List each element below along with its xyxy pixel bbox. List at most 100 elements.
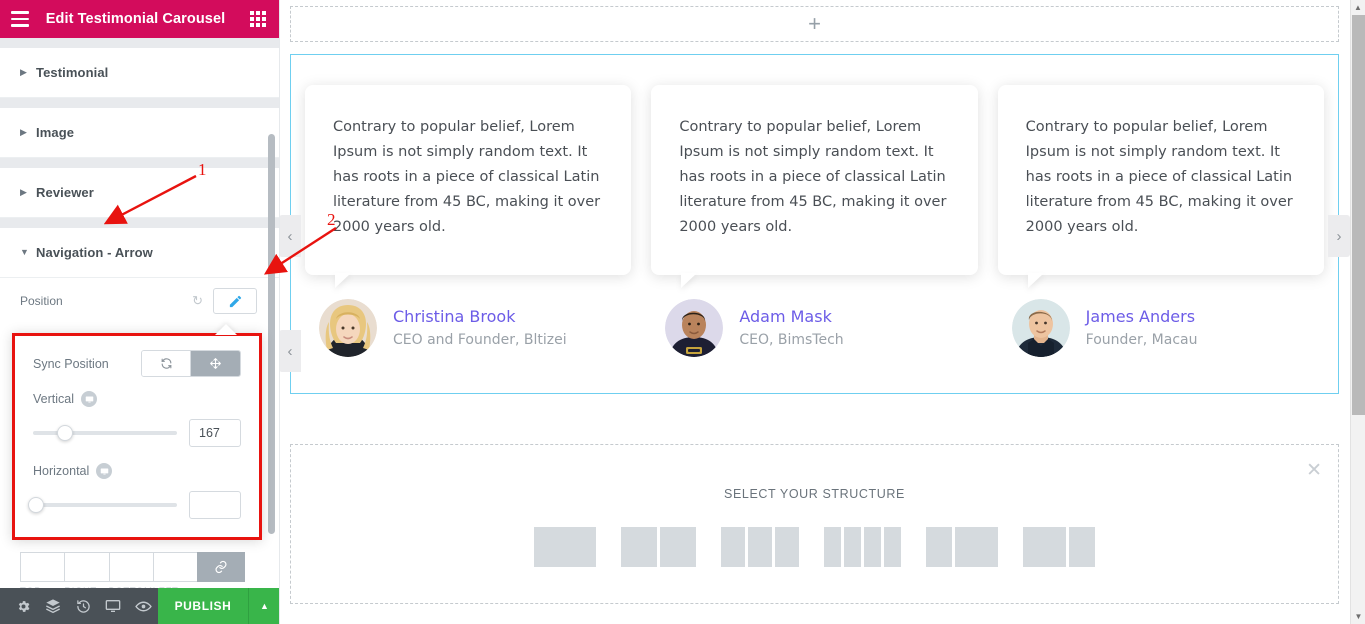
man-navy-shirt-photo	[1011, 299, 1070, 357]
editor-canvas: + ‹ ‹ › Contrary to popular belief, Lore…	[280, 0, 1365, 624]
quote-text: Contrary to popular belief, Lorem Ipsum …	[1025, 119, 1293, 235]
add-section-button[interactable]: +	[290, 6, 1339, 42]
panel-header: Edit Testimonial Carousel	[0, 0, 279, 38]
accordion-image[interactable]: ▶ Image	[0, 108, 279, 158]
grid-icon[interactable]	[237, 0, 279, 38]
accordion-label: Reviewer	[36, 185, 94, 200]
horizontal-field-label: Horizontal	[33, 463, 241, 479]
panel-body: ▶ Testimonial ▶ Image ▶ Reviewer ▼ Navig…	[0, 38, 279, 624]
prev-arrow-secondary[interactable]: ‹	[280, 330, 301, 372]
testimonial-card: Contrary to popular belief, Lorem Ipsum …	[997, 85, 1324, 357]
sync-position-toggle	[141, 350, 241, 377]
structure-picker-title: SELECT YOUR STRUCTURE	[724, 487, 905, 501]
reset-icon[interactable]: ↻	[192, 293, 203, 309]
eye-icon[interactable]	[128, 588, 158, 624]
chevron-up-icon[interactable]: ▲	[248, 588, 279, 624]
scroll-up-arrow[interactable]: ▲	[1351, 0, 1365, 15]
monitor-icon[interactable]	[81, 391, 97, 407]
elementor-editor: Edit Testimonial Carousel ▶ Testimonial …	[0, 0, 1365, 624]
accordion-label: Testimonial	[36, 65, 109, 80]
reviewer-row: James Anders Founder, Macau	[998, 275, 1324, 357]
horizontal-value-input[interactable]	[189, 491, 241, 519]
link-icon[interactable]	[197, 552, 245, 582]
page-scrollbar[interactable]: ▲ ▼	[1350, 0, 1365, 624]
scroll-down-arrow[interactable]: ▼	[1351, 609, 1365, 624]
accordion-reviewer[interactable]: ▶ Reviewer	[0, 168, 279, 218]
border-radius-left-input[interactable]	[152, 552, 197, 582]
divider	[0, 98, 279, 108]
plus-icon: +	[808, 11, 821, 36]
vertical-slider-row: 167	[33, 419, 241, 447]
accordion-navigation-arrow[interactable]: ▼ Navigation - Arrow	[0, 228, 279, 278]
quote-bubble: Contrary to popular belief, Lorem Ipsum …	[651, 85, 978, 275]
vertical-slider-thumb[interactable]	[56, 425, 73, 441]
pencil-icon-button[interactable]	[213, 288, 257, 314]
border-radius-top-input[interactable]	[20, 552, 65, 582]
reviewer-row: Christina Brook CEO and Founder, Bltizei	[305, 275, 631, 357]
close-icon[interactable]: ✕	[1306, 461, 1322, 480]
page-title: Edit Testimonial Carousel	[45, 11, 226, 27]
next-arrow[interactable]: ›	[1328, 215, 1350, 257]
scrollbar-thumb[interactable]	[1352, 15, 1365, 415]
chevron-right-icon: ▶	[20, 127, 27, 137]
chevron-right-icon: ▶	[20, 67, 27, 77]
reviewer-name[interactable]: James Anders	[1086, 305, 1198, 329]
accordion-label: Image	[36, 125, 75, 140]
reviewer-info: Adam Mask CEO, BimsTech	[739, 305, 843, 351]
testimonial-card: Contrary to popular belief, Lorem Ipsum …	[651, 85, 978, 357]
man-dark-shirt-photo	[665, 299, 724, 357]
publish-button[interactable]: PUBLISH	[158, 588, 248, 624]
reviewer-role: CEO, BimsTech	[739, 332, 844, 348]
gear-icon[interactable]	[8, 588, 38, 624]
horizontal-slider-thumb[interactable]	[27, 497, 44, 513]
vertical-slider[interactable]	[33, 425, 177, 441]
sync-position-label: Sync Position	[33, 356, 109, 371]
vertical-value-input[interactable]: 167	[189, 419, 241, 447]
monitor-icon[interactable]	[96, 463, 113, 479]
reviewer-name[interactable]: Adam Mask	[739, 305, 843, 329]
avatar	[1011, 299, 1070, 357]
editor-bottom-toolbar: PUBLISH ▲	[0, 588, 279, 624]
prev-arrow-top[interactable]: ‹	[280, 215, 301, 257]
testimonial-carousel-section[interactable]: ‹ ‹ › Contrary to popular belief, Lorem …	[280, 54, 1350, 394]
structure-option-1col[interactable]	[534, 527, 596, 567]
divider	[0, 158, 279, 168]
chevron-down-icon: ▼	[20, 247, 29, 257]
horizontal-slider[interactable]	[27, 497, 177, 513]
reviewer-role: CEO and Founder, Bltizei	[393, 332, 567, 348]
testimonial-cards: Contrary to popular belief, Lorem Ipsum …	[291, 55, 1338, 357]
structure-option-4col[interactable]	[824, 527, 901, 567]
history-icon[interactable]	[68, 588, 98, 624]
accordion-testimonial[interactable]: ▶ Testimonial	[0, 48, 279, 98]
layers-icon[interactable]	[38, 588, 68, 624]
quote-bubble: Contrary to popular belief, Lorem Ipsum …	[305, 85, 632, 275]
move-icon-button[interactable]	[191, 351, 240, 376]
structure-option-3col[interactable]	[721, 527, 799, 567]
reviewer-name[interactable]: Christina Brook	[393, 305, 567, 329]
horizontal-label: Horizontal	[33, 464, 90, 478]
annotation-number-2: 2	[327, 210, 336, 229]
structure-option-left-narrow[interactable]	[926, 527, 998, 567]
reviewer-role: Founder, Macau	[1085, 332, 1198, 348]
quote-text: Contrary to popular belief, Lorem Ipsum …	[679, 119, 947, 235]
divider	[0, 38, 279, 48]
quote-bubble: Contrary to popular belief, Lorem Ipsum …	[997, 85, 1324, 275]
sync-icon-button[interactable]	[142, 351, 191, 376]
sync-position-row: Sync Position	[33, 350, 241, 377]
reviewer-info: James Anders Founder, Macau	[1086, 305, 1198, 351]
border-radius-right-input[interactable]	[64, 552, 109, 582]
settings-panel: Edit Testimonial Carousel ▶ Testimonial …	[0, 0, 280, 624]
structure-option-2col[interactable]	[621, 527, 696, 567]
structure-picker: ✕ SELECT YOUR STRUCTURE	[290, 444, 1339, 604]
position-popover: Sync Position Vertical 167 Horizontal	[12, 333, 262, 540]
monitor-icon[interactable]	[98, 588, 128, 624]
reviewer-info: Christina Brook CEO and Founder, Bltizei	[393, 305, 567, 351]
border-radius-bottom-input[interactable]	[108, 552, 153, 582]
position-label: Position	[20, 294, 63, 308]
border-radius-inputs	[20, 552, 245, 582]
panel-scrollbar[interactable]	[268, 134, 275, 534]
position-control-row: Position ↻	[0, 278, 279, 324]
structure-options	[291, 527, 1338, 567]
woman-blonde-photo	[319, 299, 377, 357]
structure-option-right-narrow[interactable]	[1023, 527, 1095, 567]
